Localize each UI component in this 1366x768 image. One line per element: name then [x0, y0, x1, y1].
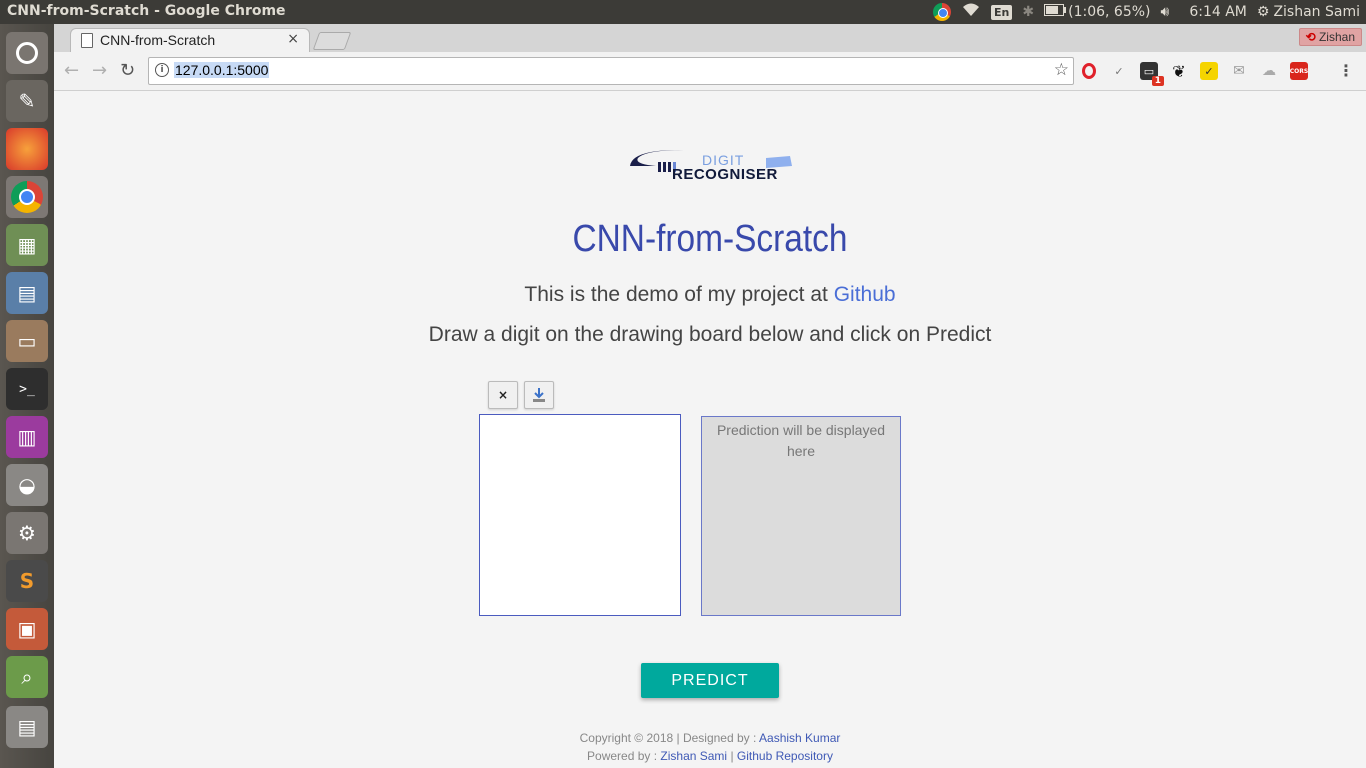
- page-content: DIGIT RECOGNISER CNN-from-Scratch This i…: [54, 91, 1366, 768]
- repository-link[interactable]: Github Repository: [737, 749, 833, 763]
- volume-icon[interactable]: 🔊︎: [1161, 4, 1170, 20]
- wifi-icon[interactable]: [961, 2, 981, 22]
- ubuntu-dash-icon[interactable]: [6, 32, 48, 74]
- profile-button[interactable]: ⟲ Zishan: [1298, 28, 1362, 46]
- site-info-icon[interactable]: i: [155, 63, 169, 77]
- close-tab-icon[interactable]: ×: [287, 31, 299, 47]
- github-link[interactable]: Github: [834, 283, 896, 306]
- profile-icon: ⟲: [1305, 30, 1316, 44]
- back-arrow-icon[interactable]: ←: [64, 60, 79, 81]
- prediction-box: Prediction will be displayed here: [701, 416, 901, 616]
- drawing-canvas[interactable]: [479, 414, 681, 616]
- gear-icon[interactable]: ⚙: [1257, 4, 1270, 20]
- tab-cnn-from-scratch[interactable]: CNN-from-Scratch ×: [70, 28, 310, 53]
- chrome-tray-icon[interactable]: [933, 3, 952, 21]
- presentation-icon[interactable]: ▣: [6, 608, 48, 650]
- copyright-text: Copyright © 2018 | Designed by :: [579, 731, 760, 745]
- author-link[interactable]: Zishan Sami: [660, 749, 727, 763]
- reload-icon[interactable]: ↻: [120, 60, 135, 81]
- os-top-panel: CNN-from-Scratch - Google Chrome En ✱ (1…: [0, 0, 1366, 24]
- extensions-area: ✓ ▭ 1 ❦ ✓ ✉ ☁ CORS: [1080, 60, 1308, 86]
- footer-line-1: Copyright © 2018 | Designed by : Aashish…: [54, 729, 1366, 747]
- download-button[interactable]: [524, 381, 554, 409]
- page-title: CNN-from-Scratch: [572, 218, 848, 260]
- clock[interactable]: 6:14 AM: [1189, 4, 1247, 20]
- profile-name: Zishan: [1318, 30, 1355, 44]
- browser-window: CNN-from-Scratch × ⟲ Zishan ← → ↻ i 127.…: [54, 24, 1366, 768]
- unity-launcher: ✎ ▦ ▤ ▭ >_ ▥ ◒ ⚙ S ▣ ⌕ ▤: [0, 24, 54, 768]
- image-viewer-icon[interactable]: ⌕: [6, 656, 48, 698]
- disk-icon[interactable]: ◒: [6, 464, 48, 506]
- paint-icon[interactable]: ✎: [6, 80, 48, 122]
- clear-canvas-button[interactable]: ×: [488, 381, 518, 409]
- cloud-icon[interactable]: ☁: [1260, 62, 1278, 80]
- settings-icon[interactable]: ⚙: [6, 512, 48, 554]
- system-tray: En ✱ (1:06, 65%) 🔊︎ 6:14 AM ⚙ Zishan Sam…: [933, 0, 1360, 24]
- footer: Copyright © 2018 | Designed by : Aashish…: [54, 729, 1366, 765]
- address-bar[interactable]: i 127.0.0.1:5000 ☆: [148, 57, 1074, 85]
- app-grid-icon[interactable]: ▥: [6, 416, 48, 458]
- digit-recogniser-logo: DIGIT RECOGNISER: [626, 144, 796, 194]
- opera-icon[interactable]: [1080, 62, 1098, 80]
- more-menu-icon[interactable]: ⋮: [1338, 61, 1354, 80]
- url-text[interactable]: 127.0.0.1:5000: [174, 62, 270, 78]
- page-subtitle: This is the demo of my project at Github: [54, 283, 1366, 307]
- designer-link[interactable]: Aashish Kumar: [759, 731, 840, 745]
- logo-text-recogniser: RECOGNISER: [672, 166, 778, 183]
- document-icon[interactable]: ▤: [6, 272, 48, 314]
- tab-title: CNN-from-Scratch: [100, 32, 216, 48]
- tab-strip: CNN-from-Scratch × ⟲ Zishan: [54, 24, 1366, 53]
- subtitle-text: This is the demo of my project at: [524, 283, 834, 306]
- instructions: Draw a digit on the drawing board below …: [428, 323, 992, 346]
- extension-badge: 1: [1151, 76, 1164, 86]
- battery-icon[interactable]: [1044, 4, 1067, 20]
- terminal-icon[interactable]: >_: [6, 368, 48, 410]
- trash-icon[interactable]: ▤: [6, 706, 48, 748]
- window-title: CNN-from-Scratch - Google Chrome: [7, 3, 286, 19]
- prediction-placeholder: Prediction will be displayed here: [716, 422, 886, 459]
- spreadsheet-icon[interactable]: ▦: [6, 224, 48, 266]
- keyboard-layout-indicator[interactable]: En: [991, 4, 1013, 20]
- forward-arrow-icon[interactable]: →: [92, 60, 107, 81]
- sublime-text-icon[interactable]: S: [6, 560, 48, 602]
- files-icon[interactable]: ▭: [6, 320, 48, 362]
- footer-separator: |: [727, 749, 737, 763]
- firefox-icon[interactable]: [6, 128, 48, 170]
- keep-icon[interactable]: ✓: [1200, 62, 1218, 80]
- bookmark-star-icon[interactable]: ☆: [1054, 60, 1069, 80]
- new-tab-button[interactable]: [312, 32, 352, 50]
- browser-toolbar: ← → ↻ i 127.0.0.1:5000 ☆ ✓ ▭ 1 ❦ ✓ ✉ ☁ CO…: [54, 52, 1366, 91]
- page-icon: [81, 33, 93, 48]
- chrome-icon[interactable]: [6, 176, 48, 218]
- mail-badge-icon[interactable]: ▭ 1: [1140, 62, 1164, 86]
- user-name[interactable]: Zishan Sami: [1273, 4, 1360, 20]
- bluetooth-icon[interactable]: ✱: [1022, 4, 1034, 20]
- predict-button[interactable]: PREDICT: [641, 663, 779, 698]
- check-icon[interactable]: ✓: [1110, 62, 1128, 80]
- gnome-icon[interactable]: ❦: [1170, 62, 1188, 81]
- inbox-icon[interactable]: ✉: [1230, 62, 1248, 80]
- download-icon: [533, 388, 545, 402]
- footer-line-2: Powered by : Zishan Sami | Github Reposi…: [54, 747, 1366, 765]
- battery-status: (1:06, 65%): [1068, 4, 1151, 20]
- cors-icon[interactable]: CORS: [1290, 62, 1308, 80]
- powered-text: Powered by :: [587, 749, 661, 763]
